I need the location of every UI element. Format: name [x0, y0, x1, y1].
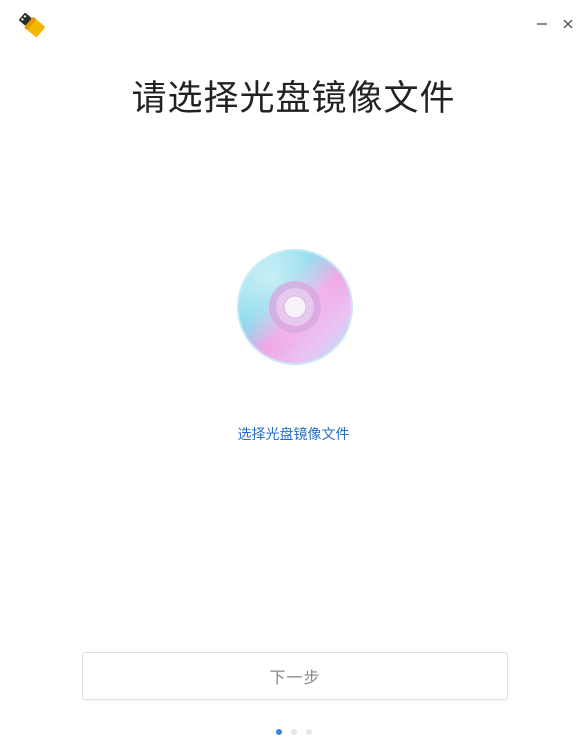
window-controls — [529, 12, 581, 36]
close-icon — [561, 17, 575, 31]
select-image-link[interactable]: 选择光盘镜像文件 — [0, 424, 587, 444]
usb-drive-icon — [14, 10, 48, 38]
pager-dot-3 — [305, 729, 312, 735]
step-pager — [0, 729, 587, 735]
pager-dot-1 — [275, 729, 282, 735]
minimize-button[interactable] — [529, 12, 555, 36]
minimize-icon — [535, 17, 549, 31]
installer-window: 请选择光盘镜像文件 选择光盘镜像文件 下一步 — [0, 0, 587, 745]
page-title: 请选择光盘镜像文件 — [131, 79, 456, 119]
close-button[interactable] — [555, 12, 581, 36]
next-step-button[interactable]: 下一步 — [82, 652, 508, 700]
optical-disc-icon[interactable] — [236, 248, 354, 366]
pager-dot-2 — [290, 729, 297, 735]
